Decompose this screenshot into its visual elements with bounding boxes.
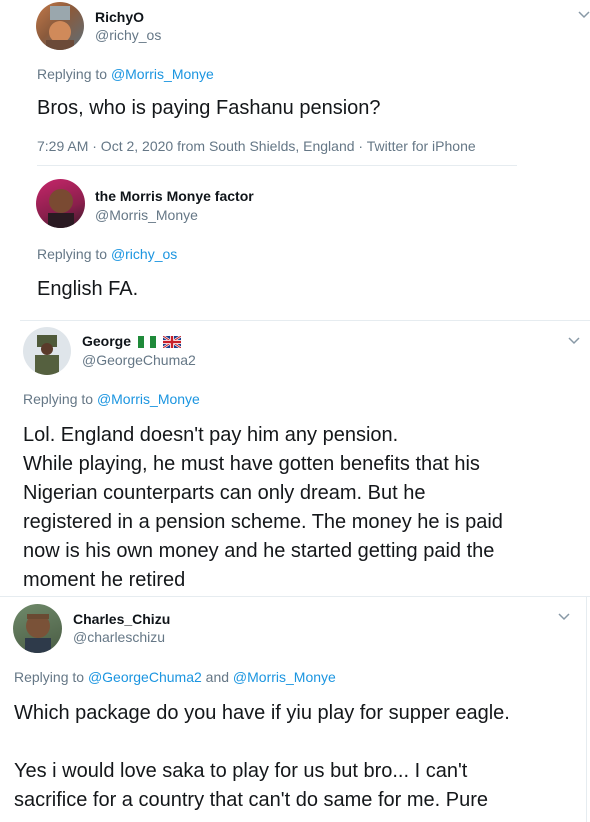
replying-to-link[interactable]: @Morris_Monye: [111, 66, 214, 82]
author-handle[interactable]: @Morris_Monye: [95, 207, 198, 223]
chevron-down-icon[interactable]: [576, 6, 590, 22]
divider: [0, 596, 590, 597]
tweet-text: Lol. England doesn't pay him any pension…: [23, 421, 583, 595]
chevron-down-icon[interactable]: [556, 608, 572, 624]
replying-to: Replying to @GeorgeChuma2 and @Morris_Mo…: [14, 669, 336, 685]
nigeria-flag-icon: [137, 336, 156, 348]
replying-to-label: Replying to: [37, 66, 111, 82]
author-name: George: [82, 333, 181, 349]
tweet-line: [14, 728, 584, 757]
author-name[interactable]: the Morris Monye factor: [95, 188, 254, 204]
tweet-line: sacrifice for a country that can't do sa…: [14, 789, 489, 811]
replying-to-label: Replying to: [14, 669, 88, 685]
replying-to-link[interactable]: @Morris_Monye: [97, 391, 200, 407]
avatar[interactable]: [23, 327, 71, 375]
divider: [37, 165, 517, 166]
chevron-down-icon[interactable]: [566, 332, 582, 348]
replying-to-label: Replying to: [37, 246, 111, 262]
tweet-text: Which package do you have if yiu play fo…: [14, 699, 584, 815]
tweet-richyo: RichyO @richy_os Replying to @Morris_Mon…: [0, 0, 590, 165]
replying-to: Replying to @richy_os: [37, 246, 177, 262]
author-handle[interactable]: @GeorgeChuma2: [82, 352, 196, 368]
author-handle[interactable]: @richy_os: [95, 27, 161, 43]
replying-to-link-2[interactable]: @Morris_Monye: [233, 669, 336, 685]
replying-to: Replying to @Morris_Monye: [23, 391, 200, 407]
tweet-line: now is his own money and he started gett…: [23, 540, 495, 562]
tweet-line: Lol. England doesn't pay him any pension…: [23, 424, 399, 446]
divider: [20, 320, 590, 321]
card-border: [586, 596, 587, 822]
replying-to-and: and: [201, 669, 233, 685]
tweet-line: Yes i would love saka to play for us but…: [14, 760, 468, 782]
tweet-line: Which package do you have if yiu play fo…: [14, 702, 510, 724]
tweet-morris-monye: the Morris Monye factor @Morris_Monye Re…: [0, 165, 590, 320]
tweet-text: Bros, who is paying Fashanu pension?: [37, 97, 381, 119]
author-name[interactable]: RichyO: [95, 9, 144, 25]
tweet-line: moment he retired: [23, 569, 186, 591]
tweet-line: Nigerian counterparts can only dream. Bu…: [23, 482, 426, 504]
replying-to-label: Replying to: [23, 391, 97, 407]
tweet-line: registered in a pension scheme. The mone…: [23, 511, 503, 533]
author-name-text[interactable]: George: [82, 333, 131, 349]
tweet-meta[interactable]: 7:29 AM · Oct 2, 2020 from South Shields…: [37, 138, 476, 154]
avatar[interactable]: [36, 179, 85, 228]
author-handle[interactable]: @charleschizu: [73, 629, 165, 645]
tweet-line: While playing, he must have gotten benef…: [23, 453, 480, 475]
uk-flag-icon: [162, 336, 181, 348]
author-name[interactable]: Charles_Chizu: [73, 611, 170, 627]
replying-to-link-1[interactable]: @GeorgeChuma2: [88, 669, 202, 685]
replying-to-link[interactable]: @richy_os: [111, 246, 177, 262]
replying-to: Replying to @Morris_Monye: [37, 66, 214, 82]
avatar[interactable]: [13, 604, 62, 653]
avatar[interactable]: [36, 2, 84, 50]
tweet-george: George @GeorgeChuma2 Replying to @Morris…: [0, 320, 590, 595]
tweet-text: English FA.: [37, 278, 139, 300]
tweet-charles-chizu: Charles_Chizu @charleschizu Replying to …: [0, 596, 590, 822]
